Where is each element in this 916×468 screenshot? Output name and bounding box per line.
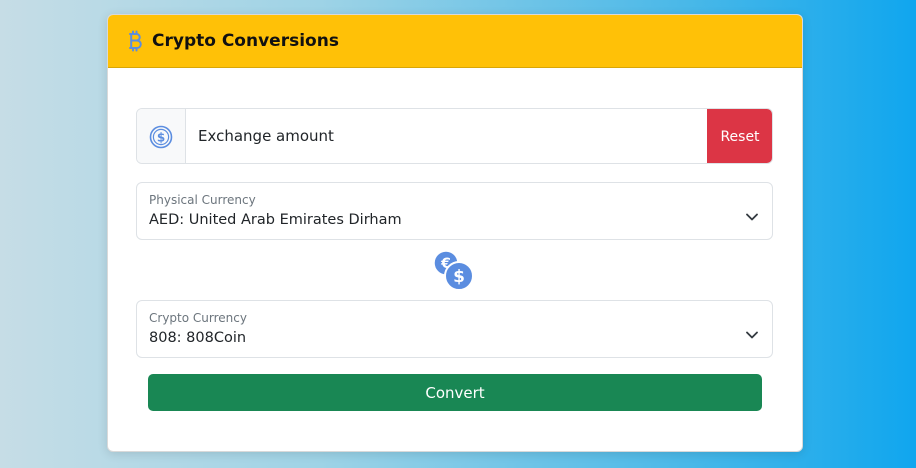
chevron-down-icon [746, 206, 758, 221]
convert-button[interactable]: Convert [148, 374, 762, 411]
svg-text:$: $ [453, 267, 465, 287]
card-header: Crypto Conversions [108, 15, 802, 68]
svg-text:$: $ [157, 130, 165, 144]
dollar-coin-icon: $ [149, 125, 173, 149]
amount-addon: $ [137, 109, 186, 163]
physical-currency-select[interactable]: Physical Currency AED: United Arab Emira… [136, 182, 773, 240]
crypto-currency-value: 808: 808Coin [149, 330, 247, 346]
physical-currency-value: AED: United Arab Emirates Dirham [149, 212, 402, 228]
page-title: Crypto Conversions [152, 31, 339, 51]
exchange-amount-group: $ Reset [136, 108, 773, 164]
currency-exchange-icon: € $ [433, 250, 475, 292]
reset-button[interactable]: Reset [707, 109, 772, 163]
physical-currency-label: Physical Currency [149, 193, 256, 207]
crypto-currency-select[interactable]: Crypto Currency 808: 808Coin [136, 300, 773, 358]
crypto-currency-label: Crypto Currency [149, 311, 247, 325]
exchange-amount-input[interactable] [186, 109, 709, 163]
conversion-card: Crypto Conversions $ Reset Physical Curr… [107, 14, 803, 452]
bitcoin-icon [128, 30, 142, 52]
chevron-down-icon [746, 324, 758, 339]
